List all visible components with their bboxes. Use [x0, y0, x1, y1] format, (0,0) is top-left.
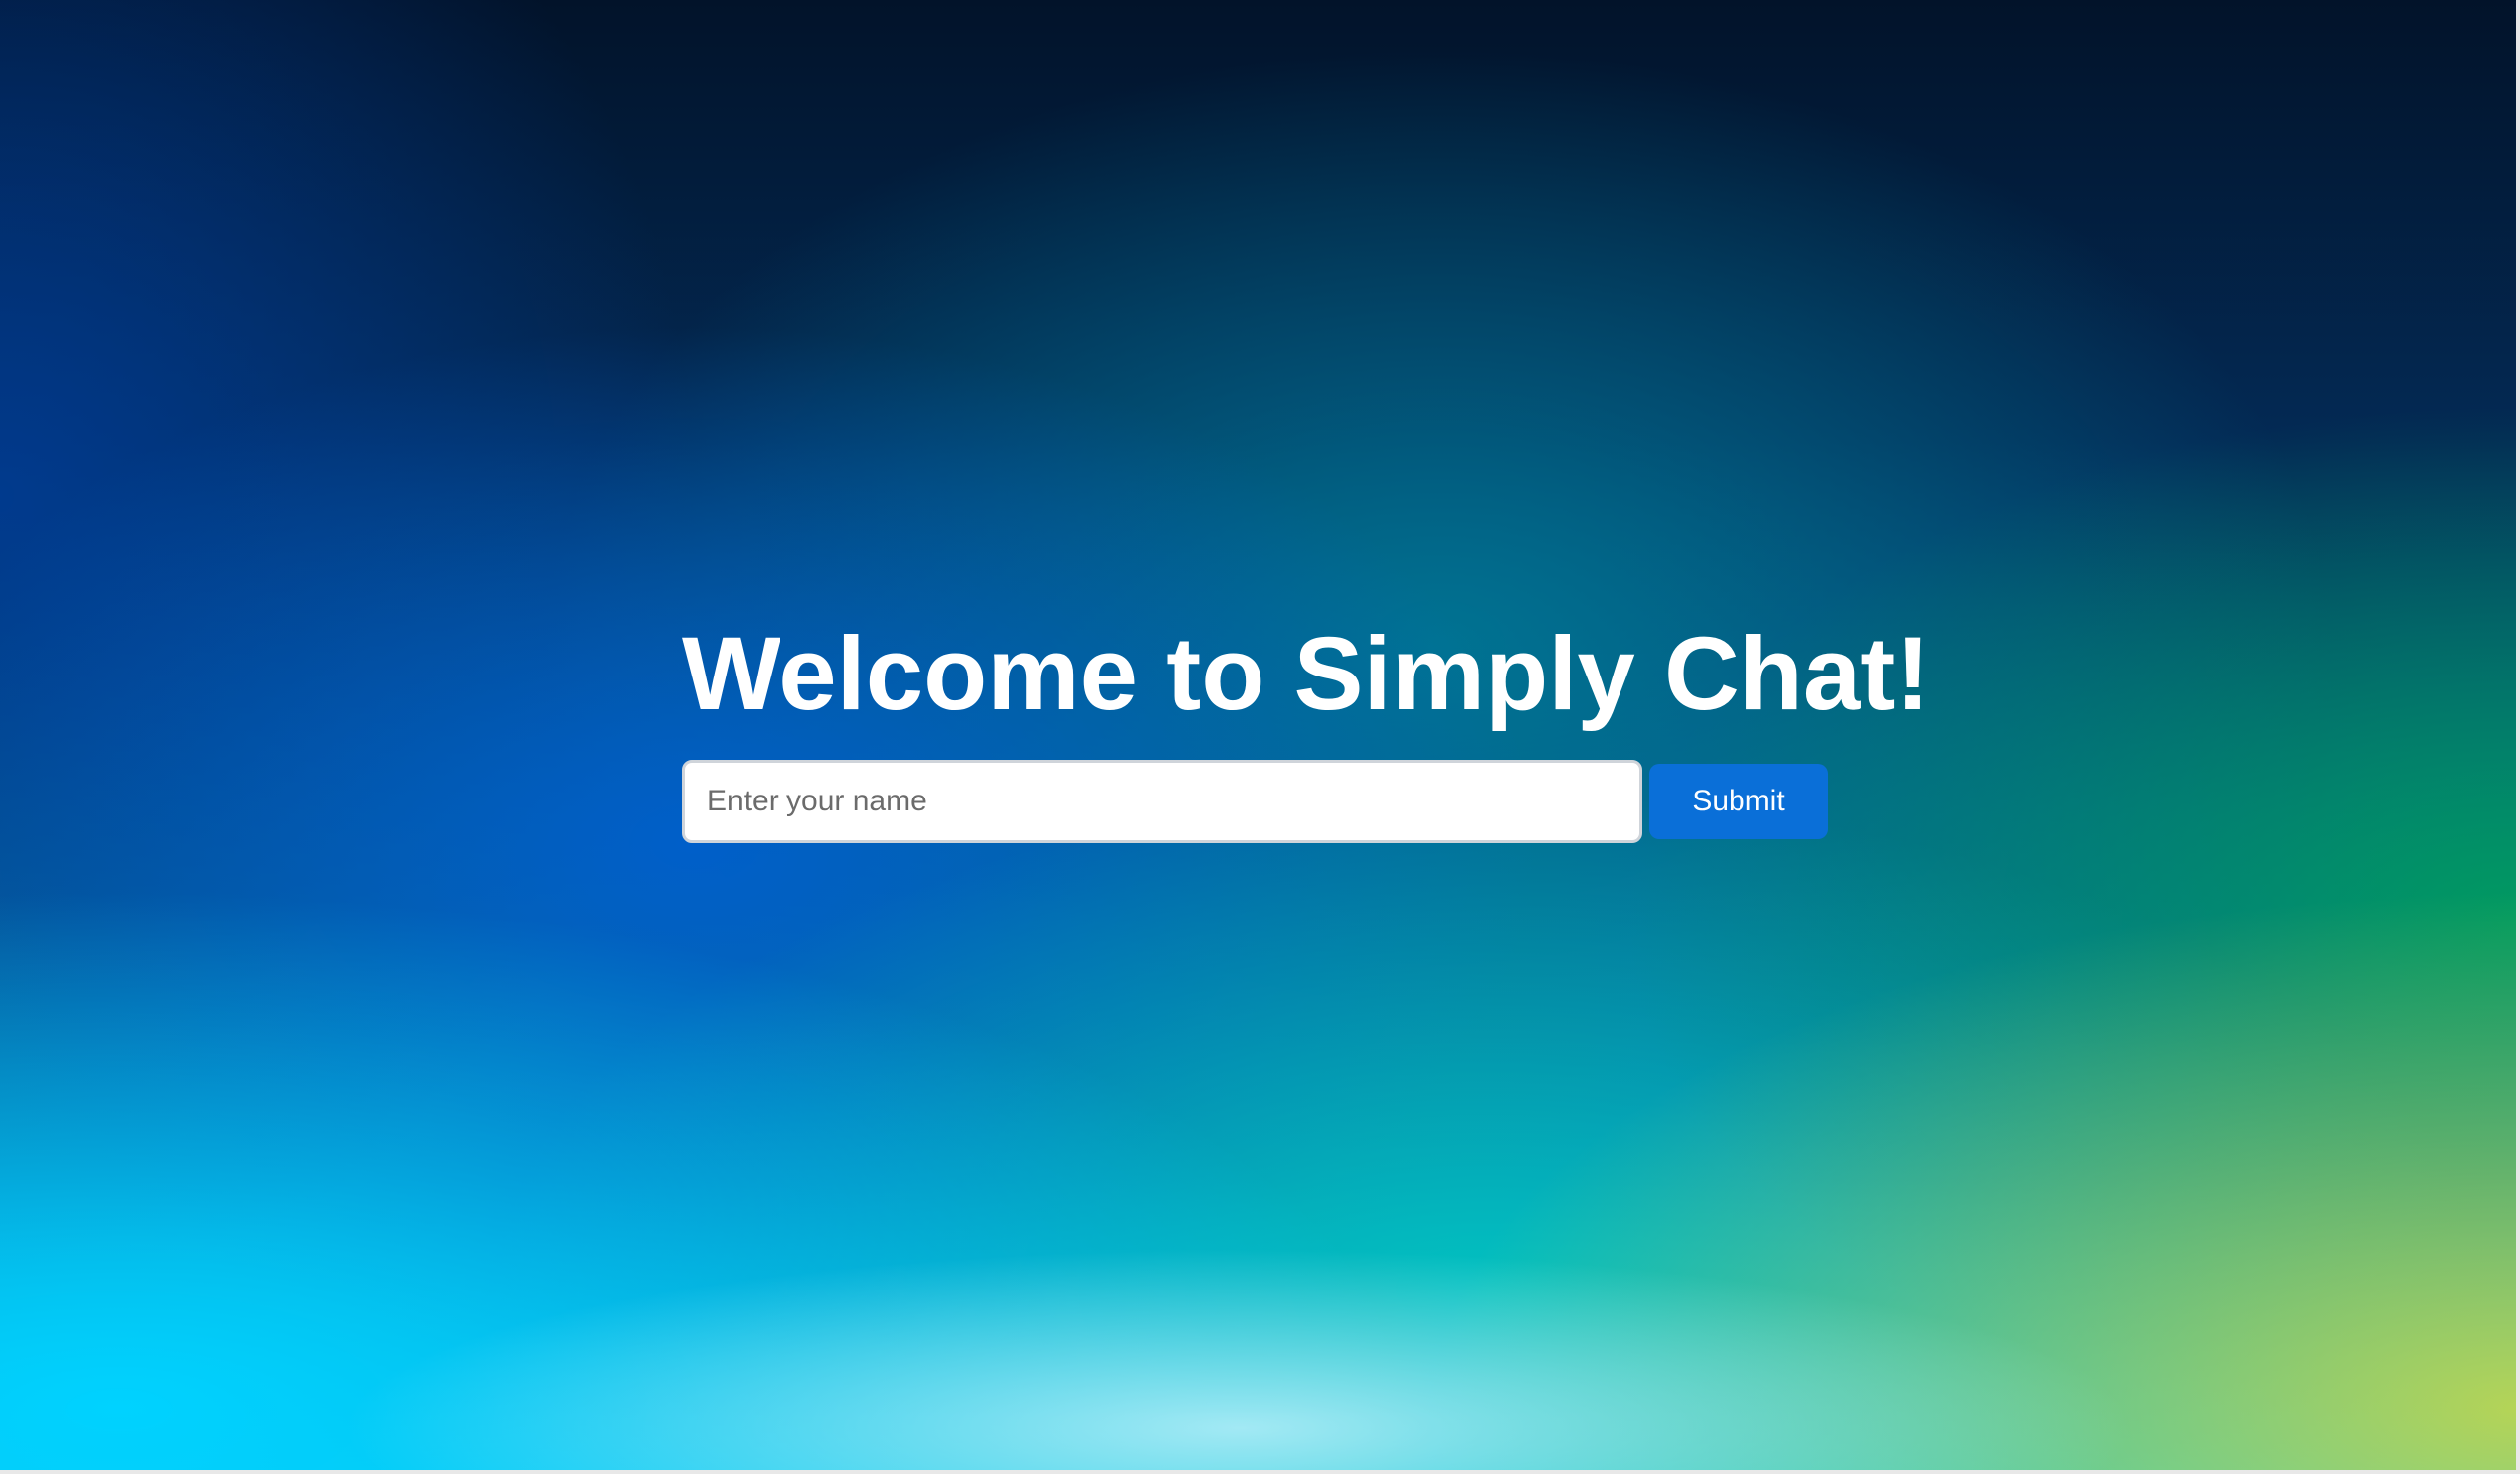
- window-edge-bottom: [0, 1470, 2520, 1474]
- name-form: Submit: [682, 760, 1828, 845]
- welcome-panel: Welcome to Simply Chat! Submit: [682, 615, 1931, 843]
- gradient-background: [0, 0, 2520, 1474]
- window-edge-right: [2516, 0, 2520, 1474]
- name-input[interactable]: [682, 760, 1642, 843]
- submit-button[interactable]: Submit: [1649, 764, 1828, 839]
- page-title: Welcome to Simply Chat!: [682, 616, 1931, 732]
